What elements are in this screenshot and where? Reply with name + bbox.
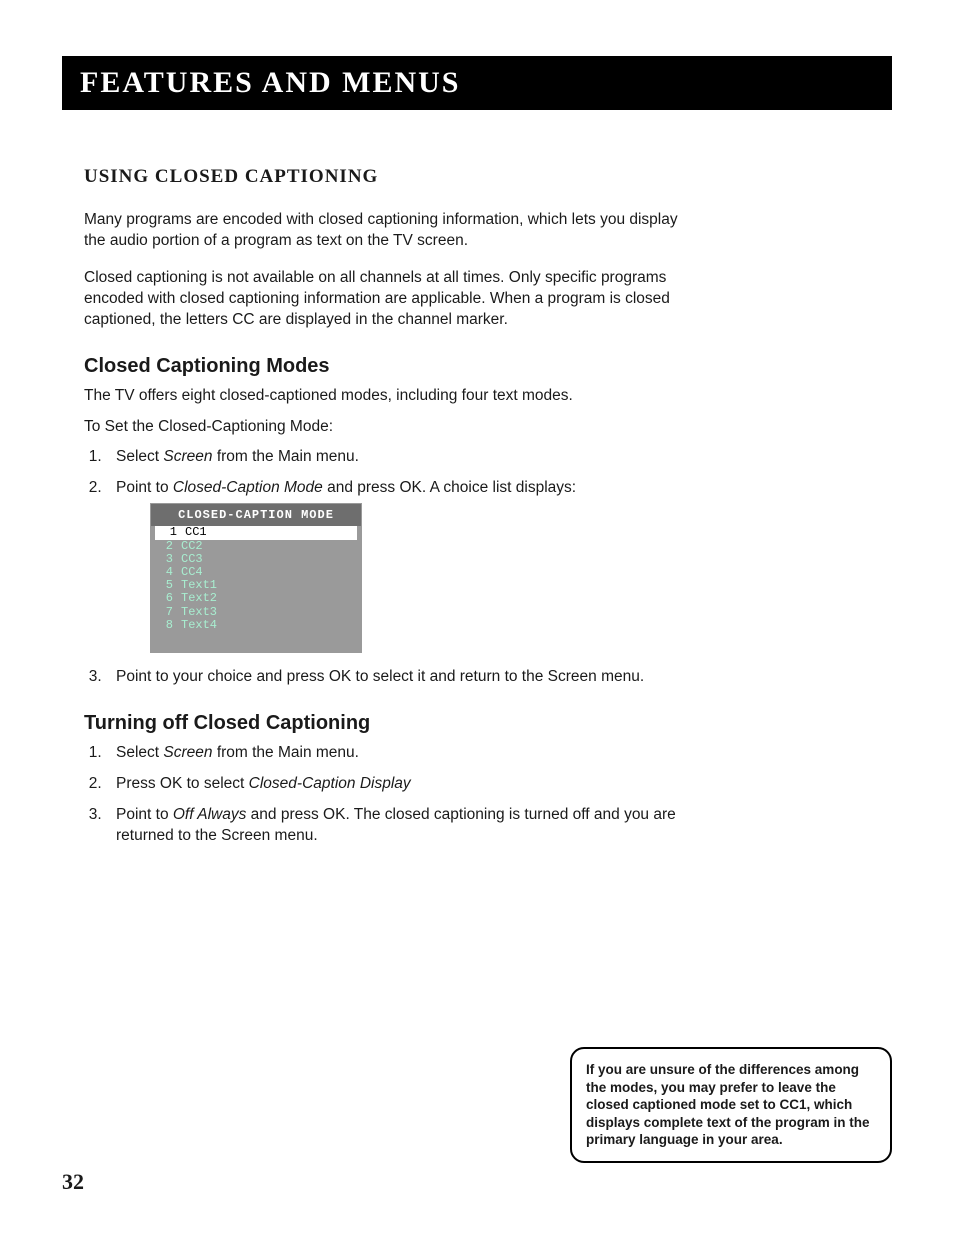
chapter-title-bar: Features and Menus (62, 56, 892, 110)
menu-item-cc2: 2CC2 (151, 540, 361, 553)
tip-callout-box: If you are unsure of the differences amo… (570, 1047, 892, 1163)
modes-steps-list: Select Screen from the Main menu. Point … (84, 447, 684, 687)
modes-step-2: Point to Closed-Caption Mode and press O… (106, 478, 684, 653)
modes-step-3: Point to your choice and press OK to sel… (106, 667, 684, 688)
off-step-1: Select Screen from the Main menu. (106, 743, 684, 764)
modes-step-1: Select Screen from the Main menu. (106, 447, 684, 468)
page-number: 32 (62, 1169, 84, 1195)
menu-title: CLOSED-CAPTION MODE (151, 504, 361, 526)
modes-description: The TV offers eight closed-captioned mod… (84, 386, 684, 407)
off-step-3: Point to Off Always and press OK. The cl… (106, 805, 684, 847)
subheading-turning-off: Turning off Closed Captioning (84, 712, 684, 735)
closed-caption-mode-menu: CLOSED-CAPTION MODE 1CC12CC23CC34CC45Tex… (150, 503, 362, 653)
modes-lead: To Set the Closed-Captioning Mode: (84, 417, 684, 438)
section-title: Using Closed Captioning (84, 166, 684, 188)
off-steps-list: Select Screen from the Main menu. Press … (84, 743, 684, 847)
menu-item-text2: 6Text2 (151, 592, 361, 605)
off-step-2: Press OK to select Closed-Caption Displa… (106, 774, 684, 795)
intro-paragraph-2: Closed captioning is not available on al… (84, 268, 684, 331)
intro-paragraph-1: Many programs are encoded with closed ca… (84, 210, 684, 252)
main-content: Using Closed Captioning Many programs ar… (62, 166, 684, 847)
menu-item-cc1: 1CC1 (155, 526, 357, 539)
subheading-modes: Closed Captioning Modes (84, 355, 684, 378)
menu-item-text4: 8Text4 (151, 619, 361, 632)
menu-item-text3: 7Text3 (151, 606, 361, 619)
